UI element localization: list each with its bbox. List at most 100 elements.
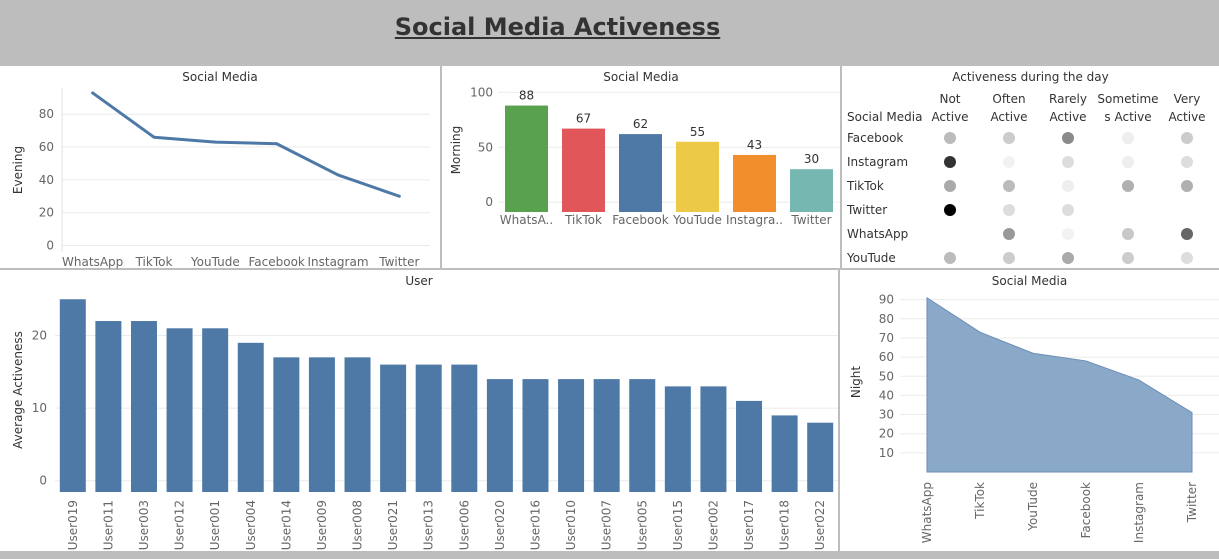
night-area-chart: Social Media 10 20 30 40 50 60 70 80 90 Night What… <box>840 270 1219 551</box>
user-x-tick: User003 <box>137 500 151 550</box>
user-bar <box>130 321 157 492</box>
user-x-tick: User009 <box>315 500 329 550</box>
morning-bar <box>562 128 605 212</box>
night-x-tick: WhatsApp <box>920 482 934 543</box>
matrix-col-header-line2: Active <box>1049 110 1086 124</box>
matrix-dot <box>1003 156 1015 168</box>
user-x-tick: User020 <box>493 500 507 550</box>
user-bar <box>593 379 620 492</box>
user-x-tick: User022 <box>813 500 827 550</box>
night-area <box>926 296 1193 473</box>
night-x-tick: TikTok <box>973 482 987 520</box>
user-x-tick: User001 <box>208 500 222 550</box>
matrix-row-label: TikTok <box>846 179 884 193</box>
matrix-col-header-line1: Sometime <box>1097 92 1158 106</box>
morning-bar-chart: Social Media 0 50 100 Morning 88 WhatsA.. 67 Ti… <box>442 66 840 268</box>
user-bar <box>629 379 656 492</box>
morning-y-tick: 0 <box>485 195 493 209</box>
night-y-label: Night <box>849 366 863 399</box>
morning-data-label: 62 <box>633 117 648 131</box>
user-bar <box>344 357 371 492</box>
night-y-tick: 50 <box>879 369 894 383</box>
matrix-dot <box>1062 156 1074 168</box>
user-x-tick: User017 <box>742 500 756 550</box>
user-bar <box>771 415 798 492</box>
user-bar-chart: User 0 10 20 Average Activeness User019 User0… <box>0 270 838 551</box>
user-bar <box>273 357 300 492</box>
morning-bar <box>676 141 719 212</box>
evening-point <box>397 194 401 198</box>
user-x-tick: User012 <box>173 500 187 550</box>
matrix-dot <box>1181 156 1193 168</box>
matrix-row-label: Instagram <box>847 155 908 169</box>
evening-x-tick: TikTok <box>135 255 173 269</box>
evening-x-tick: Facebook <box>248 255 304 269</box>
morning-y-tick: 50 <box>478 140 493 154</box>
matrix-dot <box>944 204 956 216</box>
matrix-col-header-line1: Very <box>1174 92 1201 106</box>
matrix-row-label: Facebook <box>847 131 903 145</box>
user-chart-svg: 0 10 20 Average Activeness User019 User011 Use… <box>11 299 838 550</box>
user-x-tick: User016 <box>528 500 542 550</box>
matrix-dot <box>944 180 956 192</box>
evening-chart-svg: 0 20 40 60 80 Evening WhatsApp TikTok YouTude Fac… <box>11 88 430 269</box>
evening-x-tick: Instagram <box>307 255 368 269</box>
night-chart-svg: 10 20 30 40 50 60 70 80 90 Night WhatsApp TikTok You… <box>849 293 1219 543</box>
evening-point <box>152 135 156 139</box>
matrix-dot <box>1062 132 1074 144</box>
morning-bar <box>505 105 548 212</box>
morning-data-label: 43 <box>747 138 762 152</box>
matrix-dot <box>1003 252 1015 264</box>
matrix-dot <box>1122 252 1134 264</box>
user-x-tick: User010 <box>564 500 578 550</box>
evening-y-tick: 40 <box>39 173 54 187</box>
matrix-dot <box>944 252 956 264</box>
user-x-tick: User015 <box>671 500 685 550</box>
morning-y-tick: 100 <box>470 85 493 99</box>
matrix-dot <box>1122 156 1134 168</box>
morning-x-tick: WhatsA.. <box>500 213 553 227</box>
morning-x-tick: Twitter <box>790 213 831 227</box>
matrix-dot <box>1122 132 1134 144</box>
morning-x-tick: Facebook <box>612 213 668 227</box>
evening-y-tick: 20 <box>39 206 54 220</box>
matrix-col-header-line2: Active <box>1168 110 1205 124</box>
morning-x-tick: Instagra.. <box>726 213 783 227</box>
user-x-tick: User004 <box>244 500 258 550</box>
matrix-dot <box>1003 180 1015 192</box>
user-x-tick: User013 <box>422 500 436 550</box>
morning-data-label: 30 <box>804 152 819 166</box>
evening-y-tick: 0 <box>46 238 54 252</box>
evening-point <box>91 91 95 95</box>
night-x-tick: Twitter <box>1185 482 1199 523</box>
night-y-tick: 30 <box>879 408 894 422</box>
user-bar <box>807 422 834 492</box>
matrix-dot <box>1181 180 1193 192</box>
matrix-dot <box>1062 252 1074 264</box>
matrix-dot <box>944 156 956 168</box>
matrix-row-label: YouTude <box>846 251 896 265</box>
matrix-dot <box>944 132 956 144</box>
matrix-dot <box>1003 228 1015 240</box>
user-bar <box>664 386 691 492</box>
user-bar <box>237 342 264 492</box>
night-x-tick: Facebook <box>1079 482 1093 538</box>
user-x-tick: User014 <box>279 500 293 550</box>
user-x-tick: User005 <box>635 500 649 550</box>
night-y-tick: 90 <box>879 293 894 307</box>
night-x-tick: YouTude <box>1026 482 1040 532</box>
matrix-svg: Social Media Not Active Often Active Rarely Ac… <box>846 92 1206 265</box>
user-bar <box>202 328 229 492</box>
matrix-col-header-line1: Not <box>939 92 960 106</box>
user-x-tick: User011 <box>101 500 115 550</box>
matrix-dot <box>1181 228 1193 240</box>
night-y-tick: 40 <box>879 388 894 402</box>
matrix-col-header-line2: Active <box>990 110 1027 124</box>
evening-y-label: Evening <box>11 146 25 194</box>
matrix-dot <box>1122 180 1134 192</box>
morning-y-label: Morning <box>449 126 463 175</box>
user-x-tick: User008 <box>351 500 365 550</box>
morning-x-tick: TikTok <box>564 213 602 227</box>
user-bar <box>558 379 585 492</box>
night-y-tick: 20 <box>879 427 894 441</box>
